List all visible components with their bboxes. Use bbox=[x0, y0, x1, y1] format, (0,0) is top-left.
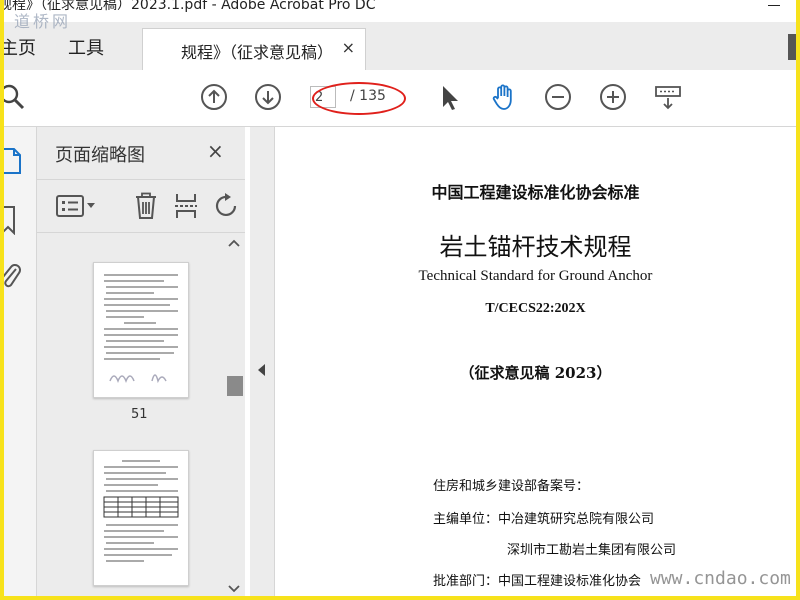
left-icon-rail bbox=[4, 127, 37, 596]
thumbnail-page-preview bbox=[103, 460, 179, 562]
bookmark-icon[interactable] bbox=[4, 205, 18, 235]
thumbnails-toolbar bbox=[37, 179, 245, 233]
tab-document[interactable]: 规程》（征求意见稿）2023.1.pdf × bbox=[142, 28, 366, 72]
scroll-up-icon[interactable] bbox=[228, 238, 240, 248]
page-thumbnails-icon[interactable] bbox=[4, 147, 22, 175]
zoom-out-icon[interactable] bbox=[544, 83, 572, 111]
thumbnail-options-icon[interactable] bbox=[55, 194, 101, 218]
minimize-button[interactable] bbox=[768, 5, 780, 6]
tab-scroll-control[interactable] bbox=[788, 34, 796, 60]
collapse-arrow-icon[interactable] bbox=[258, 364, 266, 376]
red-highlight-oval bbox=[312, 82, 406, 115]
thumbnails-scrollbar[interactable] bbox=[226, 234, 243, 596]
watermark-bottom: www.cndao.com bbox=[650, 568, 791, 589]
hand-icon[interactable] bbox=[490, 83, 518, 111]
document-code: T/CECS22:202X bbox=[485, 301, 586, 316]
attachment-icon[interactable] bbox=[4, 261, 22, 291]
document-title: 岩土锚杆技术规程 bbox=[439, 233, 632, 261]
thumbnails-panel: 页面缩略图 × 51 bbox=[37, 127, 245, 596]
tab-bar: 主页 工具 规程》（征求意见稿）2023.1.pdf × bbox=[4, 22, 796, 72]
document-line: 批准部门：中国工程建设标准化协会 bbox=[433, 574, 642, 589]
scroll-mode-icon[interactable] bbox=[654, 83, 682, 111]
document-title-en: Technical Standard for Ground Anchor bbox=[418, 268, 653, 284]
thumbnail-page[interactable] bbox=[93, 262, 189, 398]
watermark-top: 道桥网 bbox=[14, 12, 72, 31]
thumbnail-page-number: 52 bbox=[131, 595, 148, 596]
document-draft-label: （征求意见稿 2023） bbox=[459, 364, 612, 382]
delete-icon[interactable] bbox=[133, 192, 159, 220]
title-bar: 规程》（征求意见稿）2023.1.pdf - Adobe Acrobat Pro… bbox=[4, 0, 796, 22]
thumbnails-close-icon[interactable]: × bbox=[207, 139, 224, 163]
document-line: 住房和城乡建设部备案号： bbox=[433, 479, 590, 494]
thumbnail-page-preview bbox=[104, 274, 178, 384]
scroll-down-icon[interactable] bbox=[228, 584, 240, 594]
thumbnail-page-number: 51 bbox=[131, 407, 148, 422]
document-org: 中国工程建设标准化协会标准 bbox=[431, 183, 640, 202]
zoom-in-icon[interactable] bbox=[599, 83, 627, 111]
thumbnails-panel-title: 页面缩略图 bbox=[55, 145, 145, 166]
extract-pages-icon[interactable] bbox=[173, 192, 199, 220]
select-arrow-icon[interactable] bbox=[436, 83, 464, 111]
tab-close-icon[interactable]: × bbox=[342, 38, 355, 57]
tab-document-label: 规程》（征求意见稿）2023.1.pdf bbox=[181, 43, 331, 62]
page-down-icon[interactable] bbox=[254, 83, 282, 111]
scrollbar-thumb[interactable] bbox=[227, 376, 243, 396]
panel-collapse-strip[interactable] bbox=[250, 127, 275, 596]
page-up-icon[interactable] bbox=[200, 83, 228, 111]
rotate-icon[interactable] bbox=[213, 192, 241, 220]
document-line: 深圳市工勘岩土集团有限公司 bbox=[507, 543, 677, 558]
search-icon[interactable] bbox=[4, 83, 26, 111]
tab-home[interactable]: 主页 bbox=[4, 34, 36, 60]
tab-tools[interactable]: 工具 bbox=[68, 34, 104, 60]
acrobat-window: 规程》（征求意见稿）2023.1.pdf - Adobe Acrobat Pro… bbox=[4, 0, 796, 596]
thumbnail-page[interactable] bbox=[93, 450, 189, 586]
document-line: 主编单位：中冶建筑研究总院有限公司 bbox=[433, 512, 655, 527]
document-page: 中国工程建设标准化协会标准 岩土锚杆技术规程 Technical Standar… bbox=[275, 127, 796, 596]
